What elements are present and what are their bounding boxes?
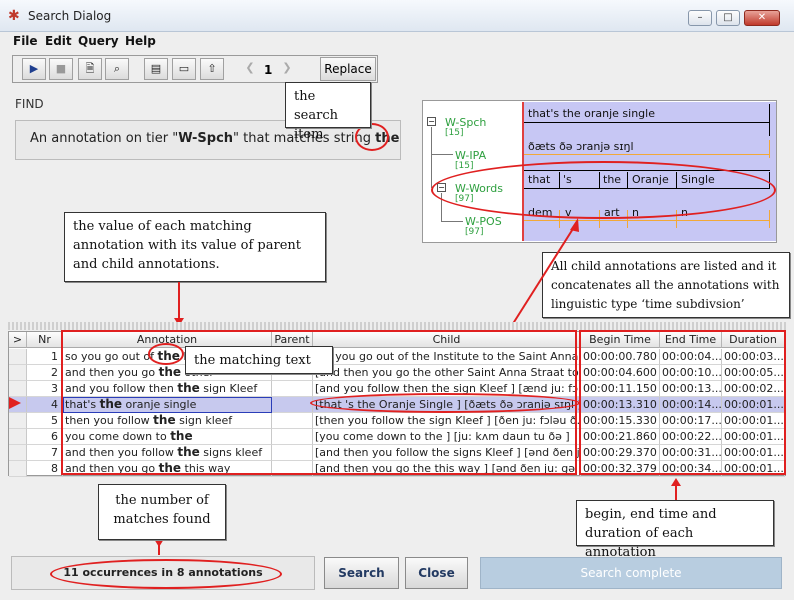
- arrow-child-head: [570, 218, 579, 232]
- row-marker-cell: [9, 381, 27, 397]
- row-marker-cell: [9, 413, 27, 429]
- export-icon[interactable]: 🗎: [78, 58, 102, 80]
- arrow-line: [675, 484, 677, 500]
- column-header-marker[interactable]: >: [9, 332, 27, 348]
- title-bar: ✱ Search Dialog – □ ✕: [0, 0, 794, 32]
- find-prefix: An annotation on tier ": [30, 131, 179, 146]
- close-icon[interactable]: ✕: [744, 10, 780, 26]
- search-button[interactable]: Search: [324, 557, 399, 589]
- arrow-line: [178, 282, 180, 320]
- cell-nr: 2: [27, 365, 63, 381]
- tier-tick: [769, 140, 770, 158]
- search-status: Search complete: [480, 557, 782, 589]
- menu-edit[interactable]: Edit: [45, 34, 72, 48]
- find-label: FIND: [15, 97, 44, 111]
- callout-times: begin, end time and duration of each ann…: [576, 500, 774, 560]
- menu-query[interactable]: Query: [78, 34, 119, 48]
- menu-help[interactable]: Help: [125, 34, 156, 48]
- window-title: Search Dialog: [28, 9, 112, 23]
- time-columns-highlight: [579, 330, 786, 475]
- prev-page-icon[interactable]: ❮: [238, 58, 262, 80]
- row-marker-cell: [9, 461, 27, 477]
- callout-matching-text: the matching text: [185, 346, 333, 374]
- splitter[interactable]: [8, 322, 786, 330]
- open-icon[interactable]: ▭: [172, 58, 196, 80]
- tier-count: [15]: [445, 128, 464, 138]
- arrow-head: [154, 539, 164, 547]
- menu-bar: [0, 32, 794, 52]
- arrow-head: [671, 478, 681, 486]
- callout-match-count: the number of matches found: [98, 484, 226, 540]
- pos-tick: [769, 210, 770, 228]
- ipa-annotation[interactable]: ðæts ðə ɔranjə sɪŋl: [528, 140, 634, 153]
- current-row-icon: [9, 397, 21, 409]
- stop-icon[interactable]: ■: [49, 58, 73, 80]
- tier-count: [15]: [455, 161, 474, 171]
- page-number: 1: [264, 63, 273, 77]
- tier-line: [524, 154, 770, 155]
- cell-nr: 8: [27, 461, 63, 477]
- cell-nr: 4: [27, 397, 63, 413]
- cell-nr: 1: [27, 349, 63, 365]
- tree-line: [431, 154, 453, 155]
- row-marker-cell: [9, 445, 27, 461]
- occurrence-highlight: [50, 559, 282, 589]
- app-icon: ✱: [8, 8, 20, 24]
- cell-nr: 3: [27, 381, 63, 397]
- tier-tick: [769, 104, 770, 136]
- upload-icon[interactable]: ⇧: [200, 58, 224, 80]
- callout-search-item: the search item: [285, 82, 371, 142]
- column-header-nr[interactable]: Nr: [27, 332, 63, 348]
- callout-annotation-value: the value of each matching annotation wi…: [64, 212, 326, 282]
- spch-annotation[interactable]: that's the oranje single: [528, 107, 655, 120]
- child-row-highlight: [310, 393, 580, 413]
- save-icon[interactable]: ▤: [144, 58, 168, 80]
- minimize-icon[interactable]: –: [688, 10, 712, 26]
- menu-file[interactable]: File: [13, 34, 38, 48]
- play-icon[interactable]: ▶: [22, 58, 46, 80]
- tree-expand-icon[interactable]: −: [427, 117, 436, 126]
- replace-button[interactable]: Replace: [320, 57, 376, 81]
- match-highlight: [148, 343, 184, 365]
- maximize-icon[interactable]: □: [716, 10, 740, 26]
- find-tier: W-Spch: [178, 131, 234, 146]
- tree-line: [431, 127, 432, 154]
- close-button[interactable]: Close: [405, 557, 468, 589]
- row-marker-cell: [9, 429, 27, 445]
- cell-nr: 6: [27, 429, 63, 445]
- zoom-icon[interactable]: ⌕: [105, 58, 129, 80]
- cell-nr: 5: [27, 413, 63, 429]
- tree-line: [431, 154, 432, 188]
- row-marker-cell: [9, 349, 27, 365]
- tier-line: [524, 122, 770, 123]
- row-marker-cell: [9, 365, 27, 381]
- next-page-icon[interactable]: ❯: [275, 58, 299, 80]
- cell-nr: 7: [27, 445, 63, 461]
